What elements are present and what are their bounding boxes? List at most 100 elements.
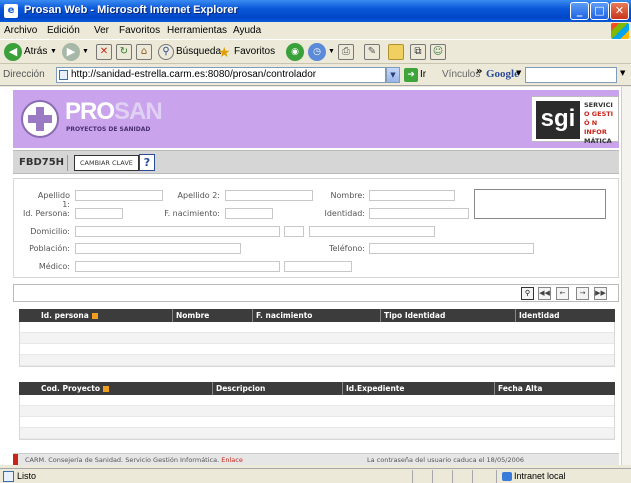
help-button[interactable]: ? <box>139 154 155 171</box>
col-fecha-alta[interactable]: Fecha Alta <box>498 384 542 393</box>
address-url: http://sanidad-estrella.carm.es:8080/pro… <box>71 69 317 80</box>
telefono-label: Teléfono: <box>329 244 365 253</box>
menu-favoritos[interactable]: Favoritos <box>119 25 160 36</box>
nombre-input[interactable] <box>369 190 455 201</box>
col-identidad[interactable]: Identidad <box>519 311 560 320</box>
links-chevron-icon[interactable]: » <box>476 66 482 77</box>
footer-link[interactable]: Enlace <box>221 456 243 464</box>
refresh-icon[interactable]: ↻ <box>116 44 132 60</box>
table-row[interactable] <box>20 428 614 439</box>
stop-icon[interactable]: ✕ <box>96 44 112 60</box>
apellido2-input[interactable] <box>225 190 313 201</box>
google-box-dropdown-icon[interactable]: ▼ <box>620 69 625 77</box>
search-label[interactable]: Búsqueda <box>176 43 221 61</box>
sort-icon[interactable] <box>103 386 109 392</box>
table-row[interactable] <box>20 417 614 428</box>
home-icon[interactable]: ⌂ <box>136 44 152 60</box>
first-page-icon[interactable]: ◀◀ <box>538 287 551 300</box>
domicilio-input[interactable] <box>75 226 280 237</box>
table-row[interactable] <box>20 395 614 406</box>
f-nacimiento-label: F. nacimiento: <box>164 209 220 218</box>
table-row[interactable] <box>20 344 614 355</box>
table-row[interactable] <box>20 322 614 333</box>
projects-table-body <box>19 395 615 440</box>
menu-herramientas[interactable]: Herramientas <box>167 25 227 36</box>
minimize-button[interactable]: _ <box>570 2 589 20</box>
back-dropdown-icon[interactable]: ▼ <box>50 43 57 61</box>
medico-label: Médico: <box>38 262 70 271</box>
f-nacimiento-input[interactable] <box>225 208 273 219</box>
col-id-persona[interactable]: Id. persona <box>41 311 98 320</box>
medico-code-input[interactable] <box>284 261 352 272</box>
back-label[interactable]: Atrás <box>24 43 47 61</box>
print-icon[interactable]: ⎙ <box>338 44 354 60</box>
sgi-logo: sgi SERVICI O GESTI Ó N INFOR MÁTICA <box>531 96 619 145</box>
sort-icon[interactable] <box>91 313 98 319</box>
col-f-nacimiento[interactable]: F. nacimiento <box>256 311 312 320</box>
next-page-icon[interactable]: → <box>576 287 589 300</box>
address-label: Dirección <box>3 69 45 80</box>
favorites-star-icon[interactable]: ★ <box>218 43 231 61</box>
menu-edicion[interactable]: Edición <box>47 25 80 36</box>
vertical-scrollbar[interactable] <box>621 87 631 465</box>
address-input[interactable]: http://sanidad-estrella.carm.es:8080/pro… <box>56 67 386 83</box>
search-icon[interactable]: ⚲ <box>158 44 174 60</box>
menu-bar: Archivo Edición Ver Favoritos Herramient… <box>0 22 631 40</box>
col-descripcion[interactable]: Descripcion <box>216 384 265 393</box>
password-expiry-text: La contraseña del usuario caduca el 18/0… <box>367 456 524 464</box>
poblacion-input[interactable] <box>75 243 241 254</box>
users-icon[interactable]: ☺ <box>430 44 446 60</box>
close-button[interactable]: ✕ <box>610 2 629 20</box>
table-row[interactable] <box>20 333 614 344</box>
google-search-input[interactable] <box>525 67 617 83</box>
status-text: Listo <box>17 471 37 481</box>
google-dropdown-icon[interactable]: ▼ <box>516 69 521 77</box>
menu-archivo[interactable]: Archivo <box>4 25 37 36</box>
links-label[interactable]: Vínculos <box>442 69 480 80</box>
page-icon <box>59 70 68 80</box>
maximize-button[interactable]: □ <box>590 2 609 20</box>
browser-toolbar: ◀ Atrás ▼ ▶ ▼ ✕ ↻ ⌂ ⚲ Búsqueda ★ Favorit… <box>0 40 631 64</box>
forward-arrow-icon[interactable]: ▶ <box>62 43 80 61</box>
address-dropdown-icon[interactable]: ▼ <box>386 67 400 83</box>
history-icon[interactable]: ◷ <box>308 43 326 61</box>
photo-box <box>474 189 606 219</box>
apellido1-label: Apellido 1: <box>37 191 70 209</box>
back-arrow-icon[interactable]: ◀ <box>4 43 22 61</box>
col-nombre[interactable]: Nombre <box>176 311 209 320</box>
go-arrow-icon[interactable]: ➜ <box>404 68 418 82</box>
edit-icon[interactable]: ✎ <box>364 44 380 60</box>
grid-search-icon[interactable]: ⚲ <box>521 287 534 300</box>
prev-page-icon[interactable]: ← <box>556 287 569 300</box>
menu-ayuda[interactable]: Ayuda <box>233 25 261 36</box>
table-row[interactable] <box>20 355 614 366</box>
medico-input[interactable] <box>75 261 280 272</box>
identidad-input[interactable] <box>369 208 469 219</box>
telefono-input[interactable] <box>369 243 534 254</box>
col-tipo-identidad[interactable]: Tipo Identidad <box>384 311 445 320</box>
domicilio-extra-input[interactable] <box>309 226 435 237</box>
col-cod-proyecto[interactable]: Cod. Proyecto <box>41 384 109 393</box>
change-password-button[interactable]: CAMBIAR CLAVE <box>74 155 139 171</box>
ie-page-icon: e <box>4 4 18 18</box>
apellido1-input[interactable] <box>75 190 163 201</box>
history-dropdown-icon[interactable]: ▼ <box>328 43 335 61</box>
google-label[interactable]: Google <box>486 68 519 80</box>
col-id-expediente[interactable]: Id.Expediente <box>346 384 404 393</box>
status-bar: Listo Intranet local <box>0 468 631 483</box>
id-persona-input[interactable] <box>75 208 123 219</box>
footer-text: CARM. Consejería de Sanidad. Servicio Ge… <box>25 456 243 464</box>
domicilio-number-input[interactable] <box>284 226 304 237</box>
nombre-label: Nombre: <box>330 191 365 200</box>
messenger-icon[interactable]: ⧉ <box>410 44 426 60</box>
favorites-label[interactable]: Favoritos <box>234 43 275 61</box>
table-row[interactable] <box>20 406 614 417</box>
last-page-icon[interactable]: ▶▶ <box>594 287 607 300</box>
go-label[interactable]: Ir <box>420 69 426 80</box>
zone-text: Intranet local <box>514 471 566 481</box>
forward-dropdown-icon[interactable]: ▼ <box>82 43 89 61</box>
folder-icon[interactable] <box>388 44 404 60</box>
media-icon[interactable]: ◉ <box>286 43 304 61</box>
menu-ver[interactable]: Ver <box>94 25 109 36</box>
apellido2-label: Apellido 2: <box>177 191 220 200</box>
